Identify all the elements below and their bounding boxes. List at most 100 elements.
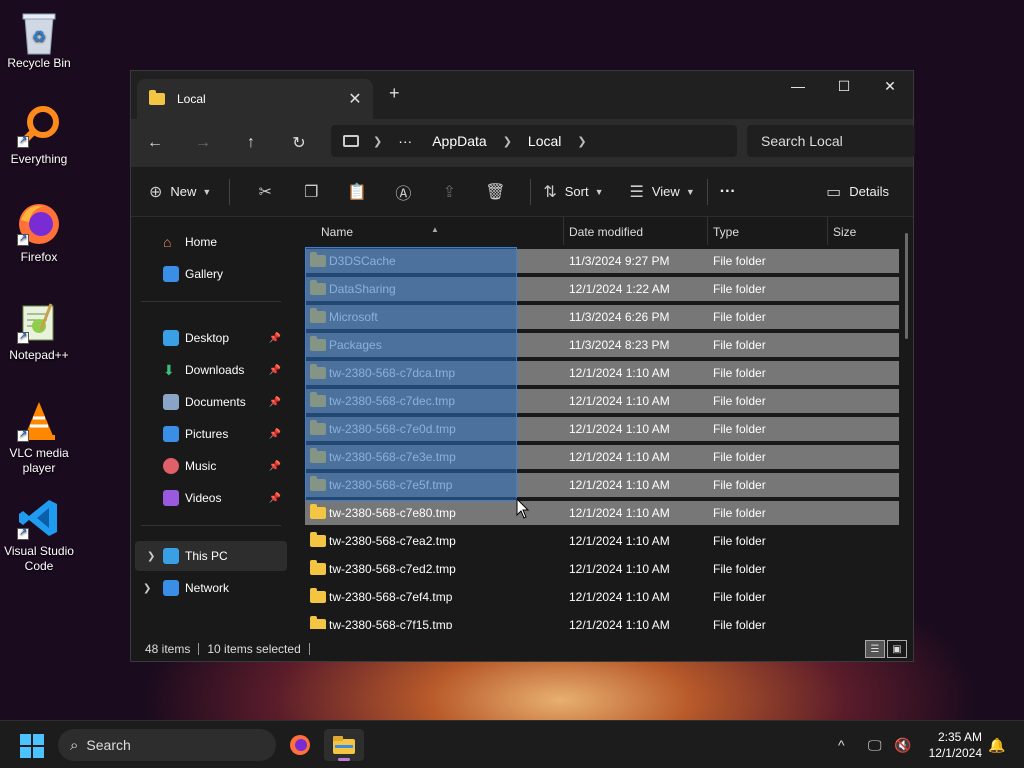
- desktop-icon-notepad-plus-plus[interactable]: Notepad++: [4, 300, 74, 363]
- file-type: File folder: [713, 562, 766, 576]
- desktop-icon-everything[interactable]: Everything: [4, 104, 74, 167]
- desktop-icon-recycle-bin[interactable]: ♻ Recycle Bin: [4, 8, 74, 71]
- paste-button[interactable]: 📋: [334, 182, 380, 202]
- selected-count: 10 items selected: [207, 642, 301, 656]
- volume-muted-icon[interactable]: 🔇: [894, 721, 911, 768]
- file-type: File folder: [713, 534, 766, 548]
- sidebar-item-documents[interactable]: Documents 📌: [131, 387, 287, 417]
- column-headers: ▲ Name Date modified Type Size: [291, 217, 913, 245]
- file-date: 12/1/2024 1:10 AM: [569, 534, 670, 548]
- details-button[interactable]: ▭ Details: [826, 182, 889, 202]
- taskbar-file-explorer[interactable]: [324, 729, 364, 761]
- copy-button[interactable]: ❐: [288, 182, 334, 202]
- desktop-folder-icon: [163, 330, 179, 346]
- sidebar-item-home[interactable]: ⌂ Home: [131, 227, 287, 257]
- vertical-scrollbar[interactable]: [905, 233, 908, 339]
- search-input[interactable]: Search Local: [747, 125, 915, 157]
- pin-icon[interactable]: 📌: [269, 429, 281, 440]
- sidebar-item-network[interactable]: ❯ Network: [131, 573, 287, 603]
- network-status-icon[interactable]: 🖵: [868, 721, 882, 768]
- minimize-button[interactable]: —: [775, 71, 821, 101]
- tab-local[interactable]: Local ✕: [137, 79, 373, 119]
- notification-bell-icon[interactable]: 🔔: [988, 721, 1005, 768]
- rename-button[interactable]: Ⓐ: [380, 180, 426, 204]
- share-button[interactable]: ⇪: [426, 182, 472, 202]
- chevron-right-icon[interactable]: ❯: [373, 135, 382, 148]
- sidebar-item-gallery[interactable]: Gallery: [131, 259, 287, 289]
- file-explorer-window: Local ✕ + — ☐ ✕ ← → ↑ ↻ ❯ ··· AppData ❯ …: [130, 70, 915, 662]
- pin-icon[interactable]: 📌: [269, 333, 281, 344]
- forward-button[interactable]: →: [179, 134, 227, 152]
- back-button[interactable]: ←: [131, 134, 179, 152]
- file-date: 12/1/2024 1:10 AM: [569, 450, 670, 464]
- sidebar-item-music[interactable]: Music 📌: [131, 451, 287, 481]
- see-more-button[interactable]: ···: [720, 183, 736, 201]
- sidebar-item-desktop[interactable]: Desktop 📌: [131, 323, 287, 353]
- file-date: 12/1/2024 1:10 AM: [569, 562, 670, 576]
- taskbar-firefox[interactable]: [280, 729, 320, 761]
- this-pc-icon: [163, 548, 179, 564]
- refresh-button[interactable]: ↻: [275, 133, 323, 153]
- column-size[interactable]: Size: [833, 225, 856, 239]
- pin-icon[interactable]: 📌: [269, 397, 281, 408]
- trash-icon: 🗑: [485, 183, 506, 201]
- network-icon: [163, 580, 179, 596]
- windows-logo-icon: [20, 734, 31, 745]
- taskbar-search[interactable]: ⌕ Search: [58, 729, 276, 761]
- delete-button[interactable]: 🗑: [472, 182, 518, 202]
- table-row[interactable]: tw-2380-568-c7ef4.tmp 12/1/2024 1:10 AM Fi…: [305, 585, 899, 609]
- address-bar[interactable]: ❯ ··· AppData ❯ Local ❯: [331, 125, 737, 157]
- cut-button[interactable]: ✂: [242, 182, 288, 202]
- desktop-icon-firefox[interactable]: Firefox: [4, 202, 74, 265]
- up-button[interactable]: ↑: [227, 134, 275, 152]
- table-row[interactable]: tw-2380-568-c7ea2.tmp 12/1/2024 1:10 AM Fi…: [305, 529, 899, 553]
- close-window-button[interactable]: ✕: [867, 71, 913, 101]
- close-tab-button[interactable]: ✕: [343, 89, 367, 109]
- column-name[interactable]: Name: [321, 225, 353, 239]
- column-type[interactable]: Type: [713, 225, 739, 239]
- desktop-icon-vscode[interactable]: Visual Studio Code: [4, 496, 74, 574]
- expand-chevron-icon[interactable]: ❯: [143, 583, 151, 594]
- pin-icon[interactable]: 📌: [269, 461, 281, 472]
- chevron-right-icon[interactable]: ❯: [577, 135, 586, 148]
- details-view-button[interactable]: ☰: [865, 640, 885, 658]
- breadcrumb-more[interactable]: ···: [398, 133, 412, 149]
- file-type: File folder: [713, 450, 766, 464]
- vscode-icon: [17, 496, 61, 540]
- view-button[interactable]: ☰ View ▼: [630, 182, 695, 202]
- maximize-button[interactable]: ☐: [821, 71, 867, 101]
- breadcrumb-appdata[interactable]: AppData: [432, 133, 486, 149]
- breadcrumb-local[interactable]: Local: [528, 133, 561, 149]
- folder-icon: [310, 560, 326, 575]
- sort-icon: ⇅: [543, 183, 557, 201]
- desktop-icon-vlc[interactable]: VLC media player: [4, 398, 74, 476]
- expand-chevron-icon[interactable]: ❯: [147, 551, 155, 562]
- file-date: 12/1/2024 1:10 AM: [569, 618, 670, 629]
- sidebar-item-videos[interactable]: Videos 📌: [131, 483, 287, 513]
- sidebar-item-downloads[interactable]: ⬇ Downloads 📌: [131, 355, 287, 385]
- vlc-icon: [17, 398, 61, 442]
- pin-icon[interactable]: 📌: [269, 493, 281, 504]
- file-date: 12/1/2024 1:10 AM: [569, 478, 670, 492]
- file-type: File folder: [713, 422, 766, 436]
- new-button[interactable]: ⊕ New ▼: [149, 182, 211, 202]
- clock[interactable]: 2:35 AM 12/1/2024: [918, 729, 982, 761]
- start-button[interactable]: [20, 734, 44, 758]
- table-row[interactable]: tw-2380-568-c7ed2.tmp 12/1/2024 1:10 AM Fi…: [305, 557, 899, 581]
- tray-overflow-button[interactable]: ^: [838, 721, 845, 768]
- chevron-right-icon[interactable]: ❯: [503, 135, 512, 148]
- new-tab-button[interactable]: +: [389, 83, 400, 104]
- table-row[interactable]: tw-2380-568-c7f15.tmp 12/1/2024 1:10 AM Fi…: [305, 613, 899, 629]
- file-type: File folder: [713, 254, 766, 268]
- view-list-icon: ☰: [629, 183, 644, 201]
- table-row[interactable]: tw-2380-568-c7e80.tmp 12/1/2024 1:10 AM Fi…: [305, 501, 899, 525]
- folder-icon: [310, 504, 326, 519]
- column-date-modified[interactable]: Date modified: [569, 225, 643, 239]
- pin-icon[interactable]: 📌: [269, 365, 281, 376]
- sidebar-item-this-pc[interactable]: ❯ This PC: [135, 541, 287, 571]
- sidebar-item-pictures[interactable]: Pictures 📌: [131, 419, 287, 449]
- navigation-bar: ← → ↑ ↻ ❯ ··· AppData ❯ Local ❯ Search L…: [131, 119, 915, 167]
- sort-button[interactable]: ⇅ Sort ▼: [543, 182, 603, 202]
- large-icons-view-button[interactable]: ▣: [887, 640, 907, 658]
- file-type: File folder: [713, 338, 766, 352]
